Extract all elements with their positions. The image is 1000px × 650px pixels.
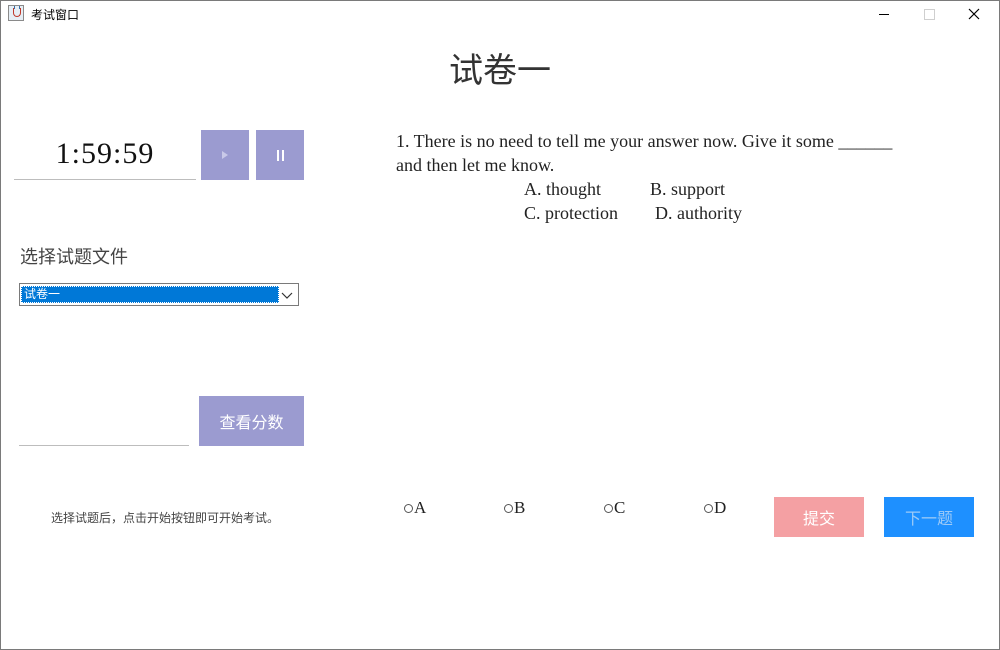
pause-button[interactable] (256, 130, 304, 180)
answer-radio-c[interactable]: C (604, 498, 625, 518)
radio-circle-icon (704, 503, 713, 513)
window-title: 考试窗口 (31, 8, 80, 22)
start-button[interactable] (201, 130, 249, 180)
pause-icon (276, 149, 284, 161)
play-icon (222, 151, 228, 159)
chevron-down-icon (281, 292, 293, 299)
answer-radio-a[interactable]: A (404, 498, 426, 518)
radio-circle-icon (604, 503, 613, 513)
option-d-text: D. authority (655, 203, 742, 223)
score-field[interactable] (19, 396, 189, 446)
radio-circle-icon (404, 503, 413, 513)
answer-label-d: D (714, 498, 727, 517)
close-icon (968, 8, 980, 20)
answer-radio-b[interactable]: B (504, 498, 525, 518)
answer-radio-d[interactable]: D (704, 498, 726, 518)
option-c-text: C. protection (524, 203, 618, 223)
option-row-2: C. protection D. authority (524, 201, 916, 225)
option-b-text: B. support (650, 179, 726, 199)
option-a-text: A. thought (524, 179, 602, 199)
title-bar: 考试窗口 (1, 1, 999, 27)
exam-file-selected-value: 试卷一 (21, 286, 279, 303)
select-file-label: 选择试题文件 (20, 247, 128, 268)
exam-window: 考试窗口 试卷一 1:59:59 选择试题文件 试卷一 查看分数 选择试题后，点… (0, 0, 1000, 650)
countdown-timer: 1:59:59 (14, 129, 196, 180)
option-row-1: A. thought B. support (524, 177, 916, 201)
answer-label-a: A (414, 498, 427, 517)
close-button[interactable] (951, 1, 997, 27)
answer-label-b: B (514, 498, 526, 517)
submit-button[interactable]: 提交 (774, 497, 864, 537)
exam-file-select[interactable]: 试卷一 (19, 283, 299, 306)
question-panel: 1. There is no need to tell me your answ… (396, 129, 916, 225)
radio-circle-icon (504, 503, 513, 513)
instruction-hint: 选择试题后，点击开始按钮即可开始考试。 (51, 511, 280, 525)
answer-label-c: C (614, 498, 626, 517)
exam-title: 试卷一 (449, 51, 551, 91)
view-score-button[interactable]: 查看分数 (199, 396, 304, 446)
maximize-button[interactable] (906, 1, 952, 27)
minimize-button[interactable] (861, 1, 907, 27)
question-text: 1. There is no need to tell me your answ… (396, 131, 893, 175)
java-app-icon (8, 5, 24, 21)
next-question-button[interactable]: 下一题 (884, 497, 974, 537)
